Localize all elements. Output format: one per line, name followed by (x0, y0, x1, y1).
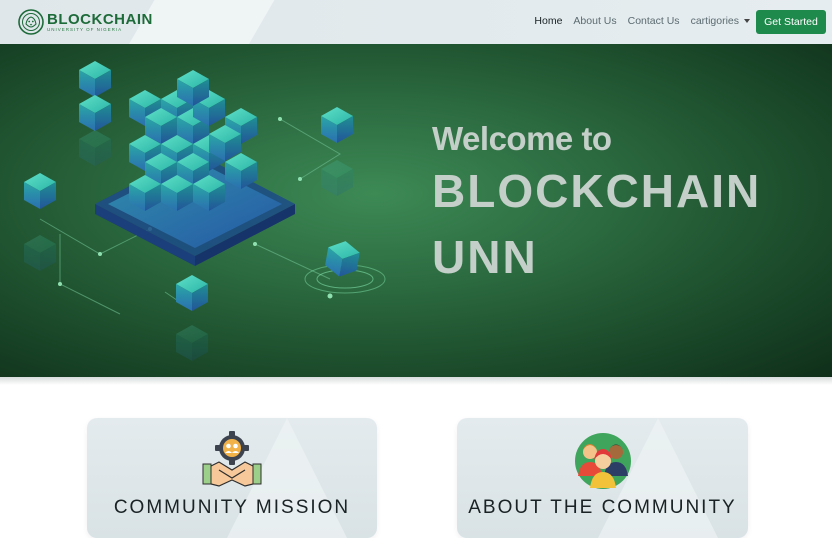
brand-logo-link[interactable]: BLOCKCHAIN UNIVERSITY OF NIGERIA (18, 8, 153, 36)
navbar: BLOCKCHAIN UNIVERSITY OF NIGERIA Home Ab… (0, 0, 832, 44)
community-mission-title: COMMUNITY MISSION (113, 497, 351, 518)
hero-title-unn: UNN (432, 231, 538, 283)
lion-logo-icon (18, 9, 44, 35)
nav-home[interactable]: Home (534, 15, 562, 27)
nav-contact-us[interactable]: Contact Us (628, 15, 680, 27)
hero-title-blockchain: BLOCKCHAIN (432, 165, 762, 217)
get-started-button[interactable]: Get Started (756, 10, 826, 34)
brand-title: BLOCKCHAIN (47, 10, 153, 28)
hero-banner: Welcome to BLOCKCHAIN UNN (0, 44, 832, 377)
nav-categories-dropdown[interactable]: cartigories (691, 15, 750, 27)
handshake-gear-icon (202, 431, 262, 487)
nav-menu: Home About Us Contact Us cartigories (523, 15, 750, 27)
hero-welcome: Welcome to (432, 120, 612, 157)
brand-subtitle: UNIVERSITY OF NIGERIA (47, 26, 123, 32)
people-group-icon (574, 433, 631, 489)
nav-categories-label: cartigories (690, 15, 739, 27)
chevron-down-icon (744, 19, 750, 24)
about-community-title: ABOUT THE COMMUNITY (468, 497, 737, 518)
hero-text: Welcome to BLOCKCHAIN UNN (432, 120, 761, 280)
hero-shadow (0, 377, 832, 385)
blockchain-cubes-illustration (24, 61, 386, 361)
about-community-card[interactable]: ABOUT THE COMMUNITY (457, 418, 748, 538)
nav-about-us[interactable]: About Us (573, 15, 616, 27)
community-mission-card[interactable]: COMMUNITY MISSION (87, 418, 377, 538)
